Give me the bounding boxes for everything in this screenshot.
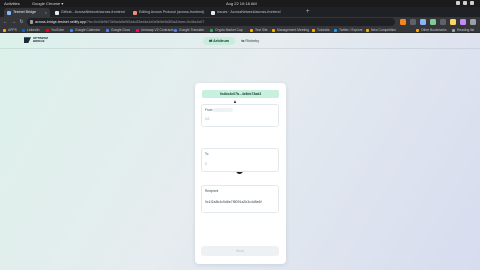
youtube-icon	[46, 28, 49, 32]
close-icon[interactable]: ×	[45, 8, 47, 17]
uniswap-icon	[136, 28, 139, 32]
github-icon	[55, 10, 59, 15]
tab[interactable]: Issues · AcrossNetwork/across-frontend	[208, 8, 302, 17]
activities-button[interactable]: Activities	[4, 0, 20, 7]
url-host: across-bridge-testnet.netlify.app	[35, 20, 86, 24]
recipient-label: Recipient	[205, 189, 219, 193]
receive-label: To	[205, 152, 209, 156]
send-label: From	[205, 108, 213, 112]
logo-icon	[24, 37, 31, 44]
translate-icon	[174, 28, 177, 32]
address-bar[interactable]: across-bridge-testnet.netlify.app/?to=0x…	[27, 18, 395, 26]
puzzle-icon[interactable]	[470, 19, 476, 25]
bookmark-icon	[366, 28, 369, 32]
tab-favicon-icon	[7, 10, 11, 15]
forward-icon[interactable]: →	[10, 18, 17, 26]
battery-icon	[470, 1, 474, 5]
extension-icon[interactable]	[440, 19, 446, 25]
extension-icon[interactable]	[430, 19, 436, 25]
tab-label: Issues · AcrossNetwork/across-frontend	[217, 10, 281, 14]
network-icon	[456, 1, 460, 5]
app-header: OPTIMISM BRIDGE ⇄ Arbitrum ⇆ Rinkeby	[0, 33, 480, 49]
logo[interactable]: OPTIMISM BRIDGE	[24, 36, 48, 44]
network-tabs: ⇄ Arbitrum ⇆ Rinkeby	[203, 37, 265, 45]
tab-label: Editing Across Protocol (across-frontend…	[139, 10, 205, 14]
lock-icon	[30, 20, 33, 24]
receive-amount: 0	[205, 162, 207, 166]
calendar-icon	[70, 28, 73, 32]
clock[interactable]: Aug 22 10:18 AM	[226, 0, 257, 7]
wallet-address-banner[interactable]: 0x4bc4c07b...4e8dc73ad3	[202, 90, 279, 98]
send-field[interactable]: From 0.0	[201, 104, 279, 127]
system-tray[interactable]	[456, 1, 474, 5]
extensions: ⋮	[400, 19, 480, 25]
send-button[interactable]: Send	[201, 246, 279, 256]
app-menu[interactable]: Google Chrome ▾	[32, 0, 63, 7]
bookmark-icon	[250, 28, 253, 32]
reading-list-icon	[452, 28, 455, 32]
github-icon	[211, 10, 215, 15]
extension-icon[interactable]	[420, 19, 426, 25]
token-select[interactable]	[213, 108, 233, 112]
tab[interactable]: Github - AcrossNetwork/across-frontend	[52, 8, 128, 17]
toolbar: ← → ↻ across-bridge-testnet.netlify.app/…	[0, 17, 480, 27]
tab-arbitrum[interactable]: ⇄ Arbitrum	[203, 37, 236, 45]
folder-icon	[272, 28, 275, 32]
folder-icon	[416, 28, 419, 32]
linkedin-icon	[22, 28, 25, 32]
mouse-pointer-icon	[234, 100, 236, 103]
folder-icon	[312, 28, 315, 32]
bridge-card: 0x4bc4c07b...4e8dc73ad3 From 0.0 ● To 0 …	[195, 83, 286, 264]
tab-label: Github - AcrossNetwork/across-frontend	[61, 10, 125, 14]
bookmark-icon	[210, 28, 213, 32]
os-top-bar: Activities Google Chrome ▾ Aug 22 10:18 …	[0, 0, 480, 7]
extension-icon[interactable]	[450, 19, 456, 25]
send-amount-input[interactable]: 0.0	[205, 117, 209, 121]
extension-icon[interactable]	[460, 19, 466, 25]
recipient-address-input[interactable]: 0x1f2a3b4c5d6e7f8091a2b3c4d5e6f	[205, 200, 262, 204]
metamask-icon[interactable]	[400, 19, 406, 25]
tab-rinkeby[interactable]: ⇆ Rinkeby	[235, 37, 265, 45]
page: OPTIMISM BRIDGE ⇄ Arbitrum ⇆ Rinkeby 0x4…	[0, 33, 480, 270]
logo-line-2: BRIDGE	[33, 39, 45, 44]
recipient-field[interactable]: Recipient 0x1f2a3b4c5d6e7f8091a2b3c4d5e6…	[201, 185, 279, 213]
docs-icon	[106, 28, 109, 32]
twitter-icon	[334, 28, 337, 32]
tab[interactable]: Editing Across Protocol (across-frontend…	[130, 8, 206, 17]
receive-field[interactable]: To 0	[201, 148, 279, 172]
back-icon[interactable]: ←	[2, 18, 9, 26]
tab[interactable]: Testnet Bridge ×	[4, 8, 50, 17]
url-path: /?to=0x44b9b73b9a4c5e5f2a4c83ed4a1e0e5b5…	[85, 20, 205, 24]
tab-strip: Testnet Bridge × Github - AcrossNetwork/…	[0, 7, 480, 17]
extension-icon[interactable]	[410, 19, 416, 25]
volume-icon	[463, 1, 467, 5]
apps-icon	[3, 28, 6, 32]
new-tab-button[interactable]: +	[306, 7, 310, 17]
tab-label: Testnet Bridge	[13, 10, 36, 14]
reload-icon[interactable]: ↻	[18, 18, 25, 26]
tab-favicon-icon	[133, 10, 137, 15]
